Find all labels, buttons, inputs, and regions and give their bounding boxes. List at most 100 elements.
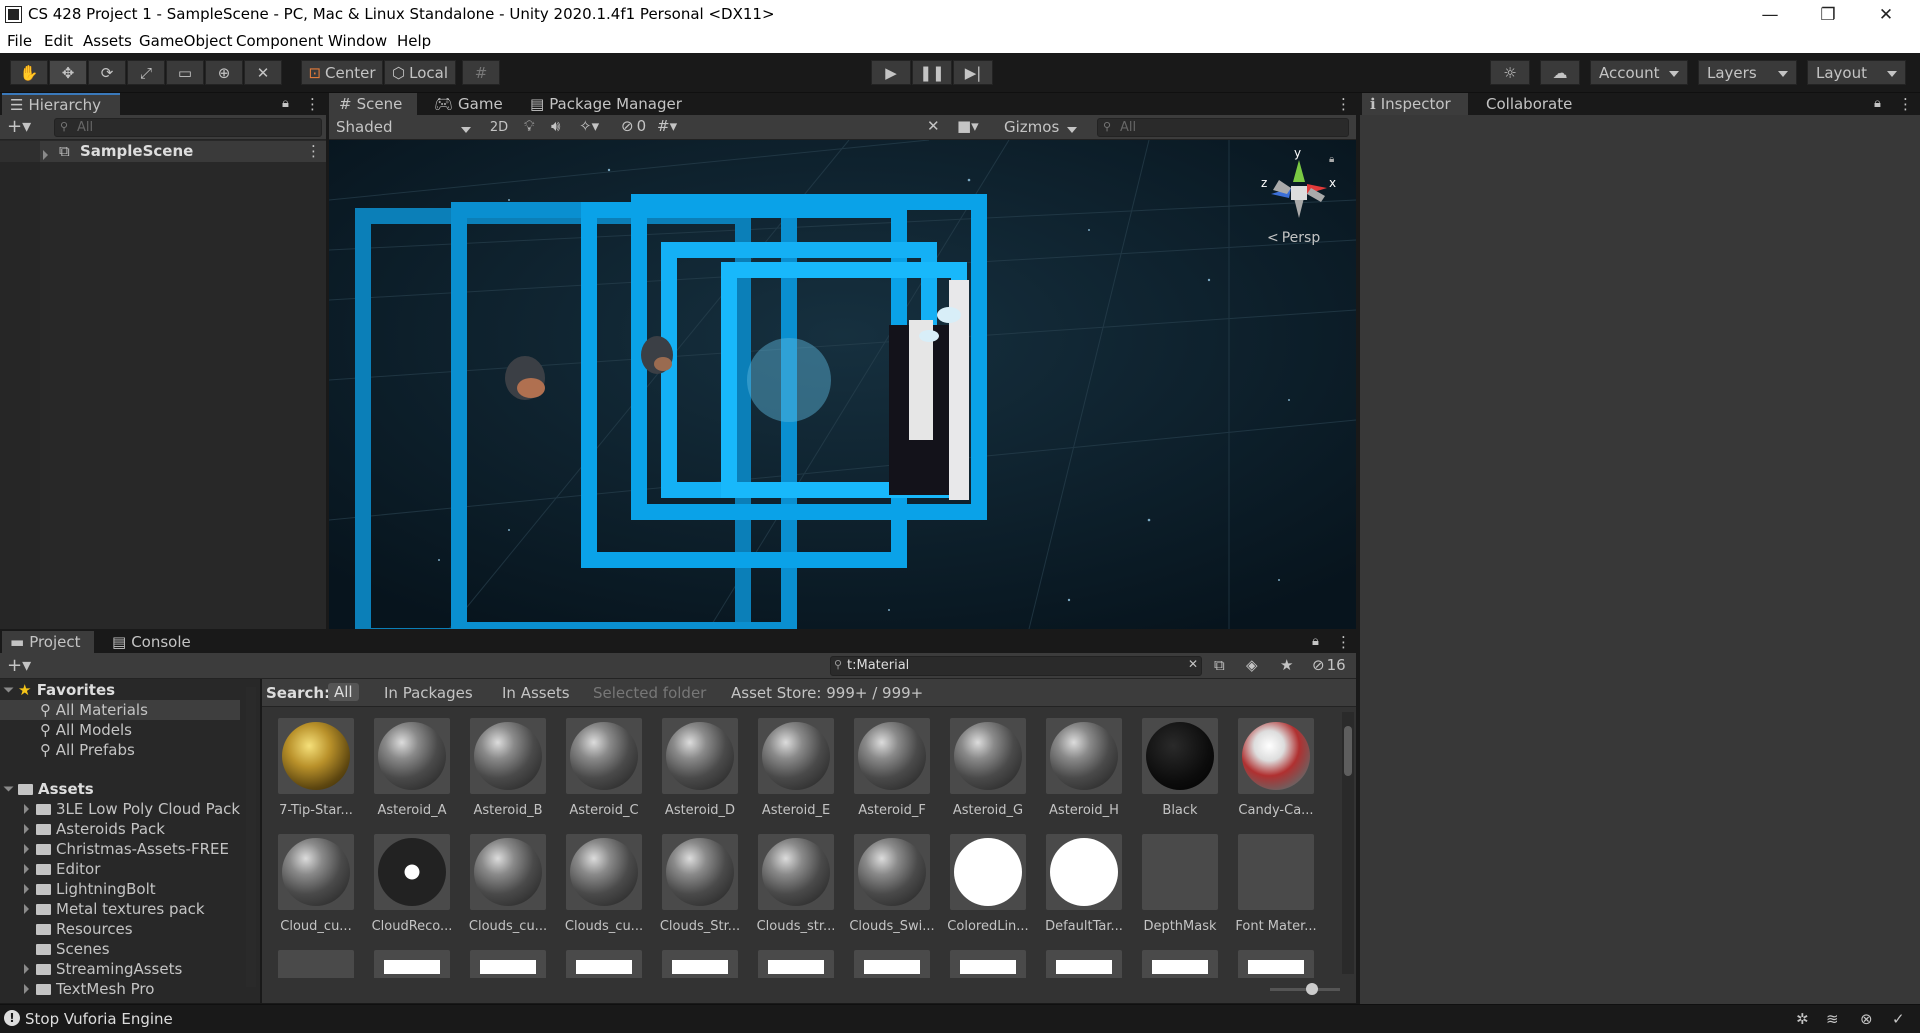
asset-item[interactable]: Black (1128, 718, 1218, 828)
asset-item[interactable]: 7-Tip-Star... (264, 718, 354, 828)
favorite-all-materials[interactable]: ⚲ All Materials (0, 700, 240, 720)
scene-viewport[interactable]: y x z < Persp 🔒︎ (329, 140, 1356, 629)
filter-selected-folder[interactable]: Selected folder (593, 684, 706, 702)
project-lock-icon[interactable]: 🔒︎ (1312, 634, 1319, 649)
kebab-menu-icon[interactable]: ⋮ (305, 95, 320, 113)
tools-icon[interactable]: ✕ (927, 117, 940, 135)
asset-item[interactable]: Asteroid_B (456, 718, 546, 828)
camera-icon[interactable]: ■▾ (957, 117, 979, 135)
asset-item[interactable]: Asteroid_G (936, 718, 1026, 828)
asset-item-partial[interactable] (566, 950, 642, 978)
orientation-gizmo[interactable]: y x z < Persp (1249, 146, 1349, 260)
tab-package-manager[interactable]: ▤ Package Manager (530, 95, 682, 113)
asset-item[interactable]: CloudReco... (360, 834, 452, 944)
asset-scroll-thumb[interactable] (1344, 726, 1352, 776)
favorite-star-icon[interactable]: ★ (1280, 656, 1293, 674)
asset-item[interactable]: Cloud_cu... (264, 834, 354, 944)
close-button[interactable]: ✕ (1866, 2, 1906, 28)
inspector-kebab-icon[interactable]: ⋮ (1898, 95, 1913, 113)
minimize-button[interactable]: — (1750, 2, 1790, 28)
asset-item-partial[interactable] (1142, 950, 1218, 978)
asset-item-partial[interactable] (1238, 950, 1314, 978)
play-button[interactable]: ▶ (871, 60, 911, 85)
asset-item-partial[interactable] (374, 950, 450, 978)
status-message[interactable]: Stop Vuforia Engine (25, 1010, 173, 1028)
asset-item[interactable]: Asteroid_E (744, 718, 834, 828)
pivot-local-button[interactable]: ⬡ Local (384, 60, 456, 85)
tab-scene[interactable]: # Scene (329, 93, 417, 115)
move-tool-icon[interactable]: ✥ (49, 60, 87, 85)
asset-item[interactable]: Font Mater... (1224, 834, 1317, 944)
menu-help[interactable]: Help (397, 32, 431, 50)
transform-tool-icon[interactable]: ⊕ (205, 60, 243, 85)
debug-icon[interactable]: ✲ (1796, 1010, 1809, 1028)
folder-streamingassets[interactable]: StreamingAssets (24, 959, 182, 979)
2d-toggle[interactable]: 2D (484, 117, 514, 138)
tab-console[interactable]: ▤ Console (112, 633, 191, 651)
hidden-packages-toggle[interactable]: ⊘ 16 (1312, 656, 1346, 674)
folder-christmas-assets[interactable]: Christmas-Assets-FREE (24, 839, 229, 859)
account-dropdown[interactable]: Account (1590, 60, 1688, 85)
clear-search-icon[interactable]: ✕ (1188, 657, 1198, 671)
add-icon[interactable]: +▾ (7, 116, 31, 137)
hierarchy-scene-row[interactable]: ⧉ SampleScene ⋮ (0, 141, 326, 162)
layers-dropdown[interactable]: Layers (1698, 60, 1797, 85)
layout-dropdown[interactable]: Layout (1807, 60, 1906, 85)
asset-item[interactable]: Clouds_Swi... (840, 834, 935, 944)
favorite-all-models[interactable]: ⚲ All Models (0, 720, 132, 740)
scene-menu-icon[interactable]: ⋮ (306, 142, 321, 160)
assets-header[interactable]: Assets (3, 779, 94, 799)
grid-snap-icon[interactable]: #▾ (657, 117, 677, 135)
no-auto-generate-icon[interactable]: ⊗ (1860, 1010, 1873, 1028)
tab-collaborate[interactable]: Collaborate (1486, 95, 1572, 113)
folder-scenes[interactable]: Scenes (36, 939, 110, 959)
asset-item-partial[interactable] (662, 950, 738, 978)
inspector-lock-icon[interactable]: 🔒︎ (1874, 96, 1881, 111)
folder-editor[interactable]: Editor (24, 859, 100, 879)
filter-in-packages[interactable]: In Packages (384, 684, 473, 702)
gizmos-dropdown[interactable]: Gizmos (999, 117, 1085, 138)
scene-search-input[interactable]: All (1097, 118, 1349, 137)
folder-tree-scrollbar[interactable] (246, 687, 256, 987)
rect-tool-icon[interactable]: ▭ (166, 60, 204, 85)
filter-asset-store[interactable]: Asset Store: 999+ / 999+ (731, 684, 923, 702)
scene-kebab-icon[interactable]: ⋮ (1336, 95, 1351, 113)
project-search-input[interactable]: t:Material (830, 656, 1202, 676)
pause-button[interactable]: ❚❚ (912, 60, 952, 85)
tab-game[interactable]: 🎮︎ Game (434, 95, 503, 113)
shading-mode-dropdown[interactable]: Shaded (331, 117, 479, 138)
asset-item-partial[interactable] (1046, 950, 1122, 978)
lighting-icon[interactable]: 💡︎ (524, 117, 535, 135)
asset-item[interactable]: Clouds_Str... (648, 834, 740, 944)
lock-icon[interactable]: 🔒︎ (282, 96, 289, 111)
hand-tool-icon[interactable]: ✋ (10, 60, 48, 85)
asset-item[interactable]: Candy-Ca... (1224, 718, 1314, 828)
project-kebab-icon[interactable]: ⋮ (1336, 633, 1351, 651)
favorites-header[interactable]: ★ Favorites (3, 680, 115, 700)
menu-window[interactable]: Window (328, 32, 387, 50)
rotate-tool-icon[interactable]: ⟳ (88, 60, 126, 85)
asset-item-partial[interactable] (950, 950, 1026, 978)
asset-item[interactable]: Asteroid_D (648, 718, 738, 828)
tab-project[interactable]: ▬ Project (2, 631, 94, 653)
audio-icon[interactable]: 🔊︎ (551, 117, 560, 135)
asset-item-partial[interactable] (278, 950, 354, 978)
menu-gameobject[interactable]: GameObject (139, 32, 233, 50)
filter-all[interactable]: All (328, 683, 359, 701)
custom-tool-icon[interactable]: ✕ (244, 60, 282, 85)
gizmo-lock-icon[interactable]: 🔒︎ (1329, 154, 1334, 165)
asset-item-partial[interactable] (854, 950, 930, 978)
services-icon[interactable]: ☼ (1490, 60, 1530, 85)
folder-3le-low-poly-cloud-pack[interactable]: 3LE Low Poly Cloud Pack (24, 799, 244, 819)
search-by-type-icon[interactable]: ⧉ (1214, 656, 1225, 674)
asset-item[interactable]: DefaultTar... (1032, 834, 1123, 944)
folder-metal-textures-pack[interactable]: Metal textures pack (24, 899, 205, 919)
asset-item[interactable]: DepthMask (1128, 834, 1218, 944)
favorite-all-prefabs[interactable]: ⚲ All Prefabs (0, 740, 135, 760)
slider-handle[interactable] (1306, 983, 1318, 995)
menu-edit[interactable]: Edit (44, 32, 73, 50)
tab-hierarchy[interactable]: ☰ Hierarchy (2, 93, 120, 115)
asset-item[interactable]: Asteroid_A (360, 718, 450, 828)
folder-textmesh-pro[interactable]: TextMesh Pro (24, 979, 154, 999)
menu-file[interactable]: File (7, 32, 32, 50)
